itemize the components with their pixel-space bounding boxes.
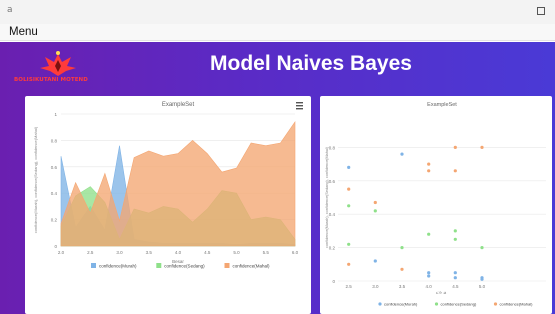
logo-text: BOLISIKUTANI MOTEND (14, 77, 88, 83)
scatter-point (453, 237, 457, 241)
scatter-point (480, 246, 484, 250)
area-chart: ExampleSet 0 0.2 0.4 0.6 0.8 1 2.0 2.5 3.0 3.5 4.0 4… (33, 102, 303, 269)
chart-title: ExampleSet (427, 102, 457, 108)
legend-label: confidence(Murah) (99, 264, 137, 269)
logo-mark-icon (40, 51, 76, 76)
legend-swatch (224, 263, 230, 268)
scatter-point (373, 259, 377, 263)
y-tick-label: 0.8 (329, 145, 336, 150)
scatter-point (373, 200, 377, 205)
scatter-point (400, 267, 404, 271)
x-tick-label: 3.5 (146, 250, 153, 255)
x-tick-label: 6.0 (292, 250, 299, 255)
y-tick-label: 0.8 (51, 138, 58, 143)
scatter-point (347, 204, 351, 208)
scatter-point (347, 242, 351, 246)
y-tick-label: 0.6 (51, 165, 58, 170)
scatter-point (453, 276, 457, 280)
x-tick-label: 3.0 (116, 250, 123, 255)
y-tick-label: 0.2 (51, 218, 58, 223)
legend-swatch (156, 263, 162, 268)
scatter-chart: ExampleSet00.20.40.60.82.5 3.0 3.5 4.0 4.5 5.… (325, 102, 546, 307)
chart-title: ExampleSet (162, 102, 195, 108)
y-tick-label: 0 (332, 279, 335, 284)
scatter-point (347, 262, 351, 266)
x-tick-label: 2.5 (87, 250, 94, 255)
brand-logo: BOLISIKUTANI MOTEND (14, 50, 114, 86)
maximize-button[interactable] (537, 7, 545, 15)
hamburger-menu-icon[interactable] (296, 102, 303, 110)
scatter-point (373, 209, 377, 213)
scatter-point (427, 232, 431, 236)
hamburger-line-0 (296, 102, 303, 104)
legend-label: confidence(Sedang) (164, 264, 205, 269)
scatter-chart-caption: Model Scatter / Bubble (370, 286, 522, 303)
scatter-point (400, 152, 404, 156)
scatter-point (480, 277, 484, 281)
scatter-point (453, 169, 457, 173)
scatter-point (427, 274, 431, 278)
x-tick-label: 2.0 (58, 250, 65, 255)
x-tick-label: 2.5 (346, 284, 353, 289)
scatter-point (347, 187, 351, 191)
scatter-point (347, 165, 351, 169)
y-tick-label: 0.6 (329, 179, 336, 184)
scatter-point (427, 162, 431, 166)
y-tick-label: 0.4 (329, 212, 336, 217)
y-axis-label: confidence(Murah), confidence(Sedang), c… (325, 146, 329, 248)
scatter-point (480, 145, 484, 149)
x-tick-label: 5.5 (263, 250, 270, 255)
y-tick-label: 0 (54, 244, 57, 249)
menu-bar: Menu (0, 24, 555, 41)
scatter-chart-card: ExampleSet 0 0.2 0.4 0.6 0.8 2.5 3.0 3.5 4.0 4.5 5.… (320, 96, 552, 314)
x-tick-label: 4.0 (175, 250, 182, 255)
scatter-point (453, 229, 457, 233)
x-tick-label: 4.5 (204, 250, 211, 255)
main-panel: BOLISIKUTANI MOTEND Model Naives Bayes E… (0, 42, 555, 314)
y-tick-label: 0.2 (329, 246, 336, 251)
y-axis-label: confidence(Murah), confidence(Sedang), c… (33, 126, 38, 233)
hamburger-line-1 (296, 105, 303, 107)
scatter-point (427, 271, 431, 275)
line-chart-card: ExampleSet 0 0.2 0.4 0.6 0.8 1 2.0 2.5 3.0 3.5 4.0 4… (25, 96, 311, 314)
menu-item[interactable]: Menu (9, 26, 38, 38)
x-tick-label: 5.0 (233, 250, 240, 255)
line-chart-caption: Model Line Chart (103, 286, 218, 303)
window-titlebar: a (0, 0, 555, 24)
y-tick-label: 1 (54, 112, 57, 117)
legend-label: confidence(Mahal) (233, 264, 271, 269)
hamburger-line-2 (296, 108, 303, 110)
app-icon: a (7, 5, 13, 15)
page-title: Model Naives Bayes (210, 52, 412, 75)
y-tick-label: 0.4 (51, 191, 58, 196)
scatter-point (427, 169, 431, 173)
scatter-point (400, 246, 404, 250)
scatter-point (453, 271, 457, 275)
scatter-point (453, 145, 457, 149)
legend-swatch (91, 263, 96, 268)
